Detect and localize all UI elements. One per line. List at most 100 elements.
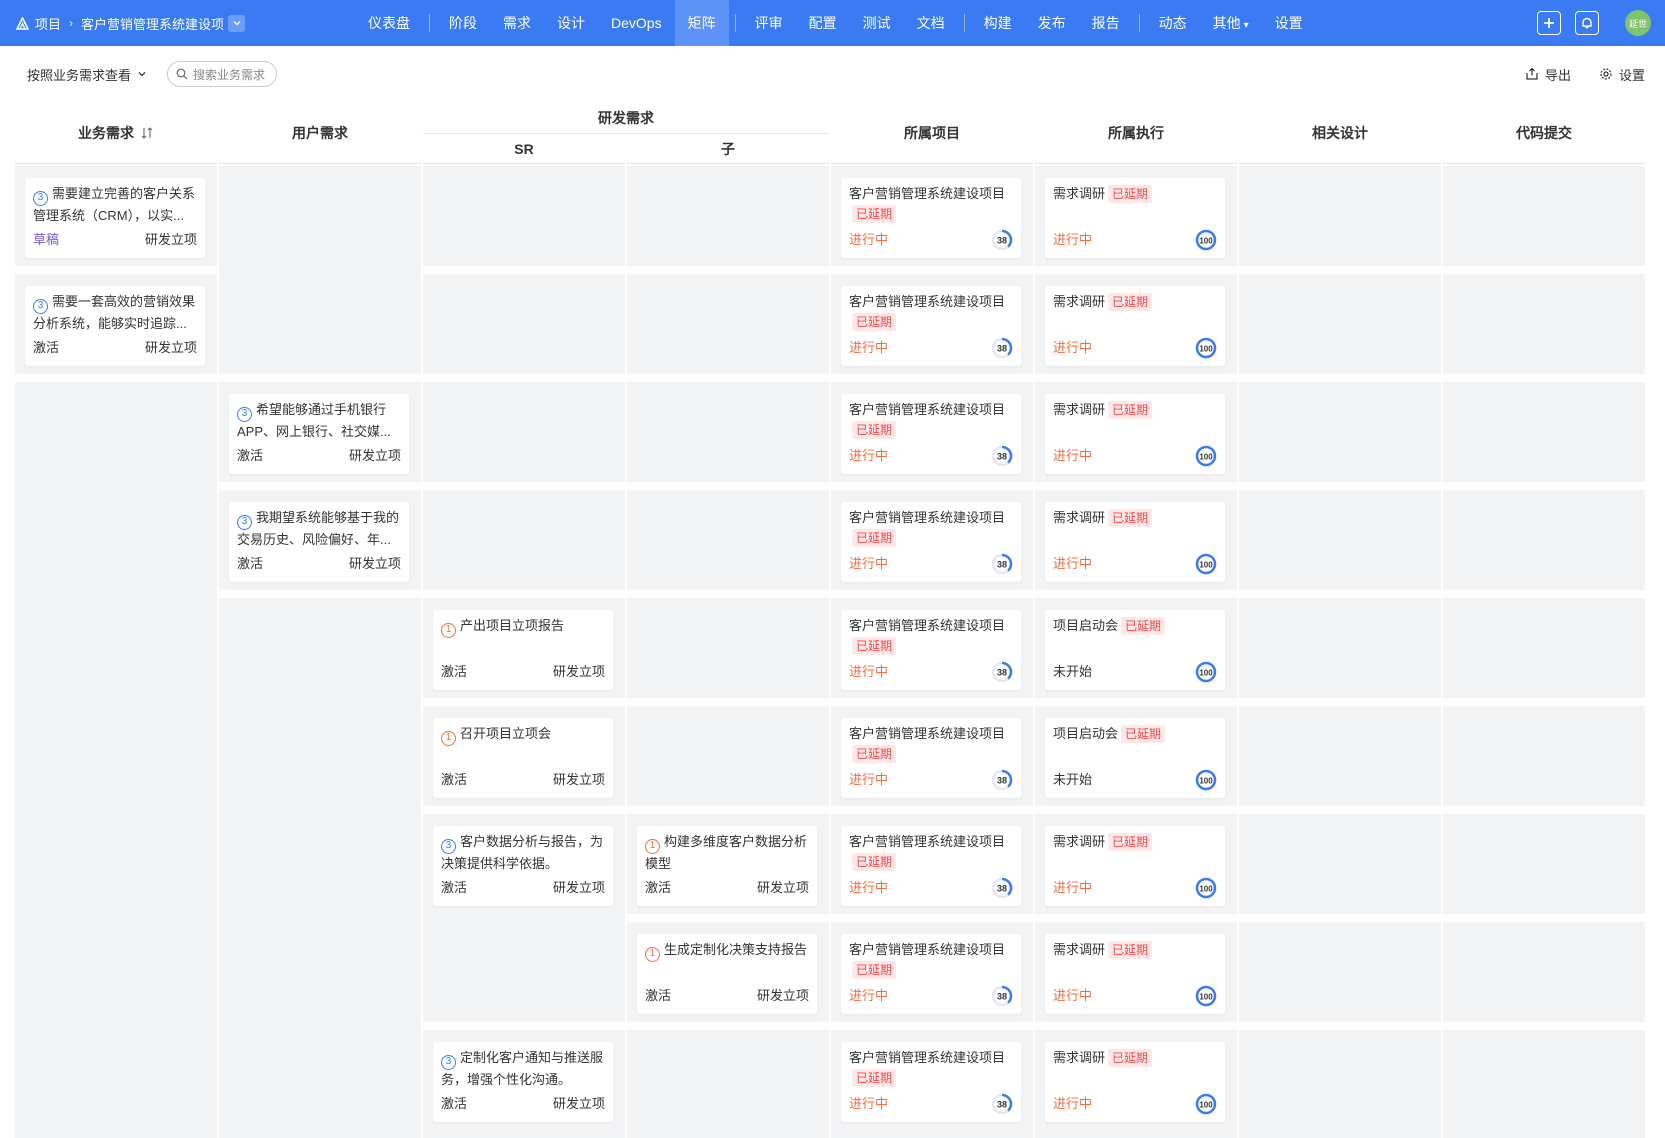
execution-card[interactable]: 需求调研 已延期 进行中 100 xyxy=(1045,502,1225,582)
project-card[interactable]: 客户营销管理系统建设项目已延期 进行中 38 xyxy=(841,934,1021,1014)
execution-card[interactable]: 需求调研 已延期 进行中 100 xyxy=(1045,394,1225,474)
business-requirement-card[interactable]: 3 需要建立完善的客户关系管理系统（CRM），以实... 草稿 研发立项 xyxy=(25,178,205,258)
notification-button[interactable] xyxy=(1575,11,1599,35)
child-requirement-card[interactable]: 1 生成定制化决策支持报告 激活 研发立项 xyxy=(637,934,817,1014)
status-text: 进行中 xyxy=(849,880,889,895)
card-title-text: 生成定制化决策支持报告 xyxy=(664,942,808,957)
execution-card[interactable]: 项目启动会 已延期 未开始 100 xyxy=(1045,610,1225,690)
card-title: 需求调研 已延期 xyxy=(1053,940,1217,960)
card-title: 客户营销管理系统建设项目已延期 xyxy=(849,724,1013,764)
progress-ring: 38 xyxy=(991,229,1013,251)
card-name: 客户营销管理系统建设项目 xyxy=(849,618,1006,633)
stage-text: 研发立项 xyxy=(756,988,809,1003)
execution-card[interactable]: 项目启动会 已延期 未开始 100 xyxy=(1045,718,1225,798)
project-card[interactable]: 客户营销管理系统建设项目已延期 进行中 38 xyxy=(841,286,1021,366)
tab-other-label: 其他 xyxy=(1212,15,1241,31)
tab-docs[interactable]: 文档 xyxy=(904,0,958,46)
execution-card[interactable]: 需求调研 已延期 进行中 100 xyxy=(1045,934,1225,1014)
status-text: 进行中 xyxy=(1053,340,1093,355)
sr-requirement-card[interactable]: 1 产出项目立项报告 激活 研发立项 xyxy=(433,610,613,690)
header-execution: 所属执行 xyxy=(1035,102,1237,164)
execution-card[interactable]: 需求调研 已延期 进行中 100 xyxy=(1045,826,1225,906)
stage-text: 研发立项 xyxy=(552,880,605,895)
project-card[interactable]: 客户营销管理系统建设项目已延期 进行中 38 xyxy=(841,178,1021,258)
avatar[interactable]: 延世 xyxy=(1625,10,1651,36)
progress-value: 100 xyxy=(1199,669,1213,678)
delayed-tag: 已延期 xyxy=(1121,725,1166,743)
status-text: 进行中 xyxy=(849,1096,889,1111)
tab-devops[interactable]: DevOps xyxy=(598,0,675,46)
user-requirement-card[interactable]: 3 我期望系统能够基于我的交易历史、风险偏好、年... 激活 研发立项 xyxy=(229,502,409,582)
chevron-right-icon: › xyxy=(69,16,74,30)
nav-right-actions: 延世 xyxy=(1537,0,1651,46)
card-title: 客户营销管理系统建设项目已延期 xyxy=(849,1048,1013,1088)
header-business-label: 业务需求 xyxy=(78,124,134,141)
project-card[interactable]: 客户营销管理系统建设项目已延期进行中 38 xyxy=(841,1042,1021,1122)
delayed-tag: 已延期 xyxy=(852,637,897,655)
project-card[interactable]: 客户营销管理系统建设项目已延期 进行中 38 xyxy=(841,718,1021,798)
stage-text: 研发立项 xyxy=(348,556,401,571)
priority-badge: 3 xyxy=(441,838,456,854)
tab-review[interactable]: 评审 xyxy=(742,0,796,46)
top-nav-bar: 项目 › 客户营销管理系统建设项 仪表盘 阶段 需求 设计 DevOps 矩阵 … xyxy=(0,0,1665,46)
header-child: 子 xyxy=(627,134,829,164)
toolbar: 按照业务需求查看 搜索业务需求 导出 设置 xyxy=(0,46,1665,102)
card-title: 3 客户数据分析与报告，为决策提供科学依据。 xyxy=(441,832,605,874)
stage-text: 研发立项 xyxy=(348,448,401,463)
breadcrumb-project[interactable]: 客户营销管理系统建设项 xyxy=(81,14,224,33)
tab-build[interactable]: 构建 xyxy=(971,0,1025,46)
execution-card[interactable]: 需求调研 已延期 进行中 100 xyxy=(1045,178,1225,258)
status-text: 进行中 xyxy=(849,664,889,679)
business-requirement-card[interactable]: 3 需要一套高效的营销效果分析系统，能够实时追踪... 激活 研发立项 xyxy=(25,286,205,366)
search-input[interactable]: 搜索业务需求 xyxy=(167,61,278,87)
main-nav-tabs: 仪表盘 阶段 需求 设计 DevOps 矩阵 评审 配置 测试 文档 构建 发布… xyxy=(355,0,1316,46)
tab-report[interactable]: 报告 xyxy=(1079,0,1133,46)
header-dev-group: 研发需求 xyxy=(423,102,829,134)
settings-button[interactable]: 设置 xyxy=(1599,65,1645,84)
tab-activity[interactable]: 动态 xyxy=(1146,0,1200,46)
tab-dashboard[interactable]: 仪表盘 xyxy=(355,0,423,46)
card-title-text: 定制化客户通知与推送服务，增强个性化沟通。 xyxy=(441,1050,604,1087)
progress-ring: 38 xyxy=(991,1093,1013,1115)
tab-design[interactable]: 设计 xyxy=(544,0,598,46)
project-card[interactable]: 客户营销管理系统建设项目已延期 进行中 38 xyxy=(841,610,1021,690)
card-title-text: 客户数据分析与报告，为决策提供科学依据。 xyxy=(441,834,604,871)
progress-ring: 100 xyxy=(1195,553,1217,575)
sort-icon[interactable] xyxy=(140,126,154,140)
tab-stage[interactable]: 阶段 xyxy=(436,0,490,46)
sr-requirement-card[interactable]: 3 客户数据分析与报告，为决策提供科学依据。 激活 研发立项 xyxy=(433,826,613,906)
matrix-cell xyxy=(1443,922,1645,1022)
project-card[interactable]: 客户营销管理系统建设项目已延期 进行中 38 xyxy=(841,502,1021,582)
matrix-cell xyxy=(423,382,625,482)
card-title: 3 需要建立完善的客户关系管理系统（CRM），以实... xyxy=(33,184,197,226)
progress-value: 38 xyxy=(997,1100,1007,1110)
breadcrumb-root[interactable]: 项目 xyxy=(35,14,61,33)
priority-badge: 1 xyxy=(441,730,456,746)
tab-other[interactable]: 其他 ▾ xyxy=(1200,0,1262,46)
tab-config[interactable]: 配置 xyxy=(796,0,850,46)
child-requirement-card[interactable]: 1 构建多维度客户数据分析模型 激活 研发立项 xyxy=(637,826,817,906)
tab-release[interactable]: 发布 xyxy=(1025,0,1079,46)
tab-matrix[interactable]: 矩阵 xyxy=(674,0,729,46)
project-card[interactable]: 客户营销管理系统建设项目已延期 进行中 38 xyxy=(841,826,1021,906)
plus-icon xyxy=(1544,18,1554,28)
matrix-cell xyxy=(1443,1030,1645,1138)
view-select[interactable]: 按照业务需求查看 xyxy=(27,65,147,84)
status-text: 激活 xyxy=(237,448,264,463)
user-requirement-card[interactable]: 3 希望能够通过手机银行APP、网上银行、社交媒... 激活 研发立项 xyxy=(229,394,409,474)
create-button[interactable] xyxy=(1537,11,1561,35)
sr-requirement-card[interactable]: 1 召开项目立项会 激活 研发立项 xyxy=(433,718,613,798)
project-card[interactable]: 客户营销管理系统建设项目已延期 进行中 38 xyxy=(841,394,1021,474)
delayed-tag: 已延期 xyxy=(852,853,897,871)
project-dropdown-button[interactable] xyxy=(228,14,246,32)
export-button[interactable]: 导出 xyxy=(1525,65,1571,84)
nav-divider xyxy=(429,14,430,32)
progress-value: 100 xyxy=(1199,993,1213,1002)
tab-requirement[interactable]: 需求 xyxy=(490,0,544,46)
execution-card[interactable]: 需求调研 已延期 进行中 100 xyxy=(1045,1042,1225,1122)
sr-requirement-card[interactable]: 3 定制化客户通知与推送服务，增强个性化沟通。 激活 研发立项 xyxy=(433,1042,613,1122)
matrix-cell xyxy=(1443,706,1645,806)
execution-card[interactable]: 需求调研 已延期 进行中 100 xyxy=(1045,286,1225,366)
tab-test[interactable]: 测试 xyxy=(850,0,904,46)
tab-settings[interactable]: 设置 xyxy=(1262,0,1316,46)
